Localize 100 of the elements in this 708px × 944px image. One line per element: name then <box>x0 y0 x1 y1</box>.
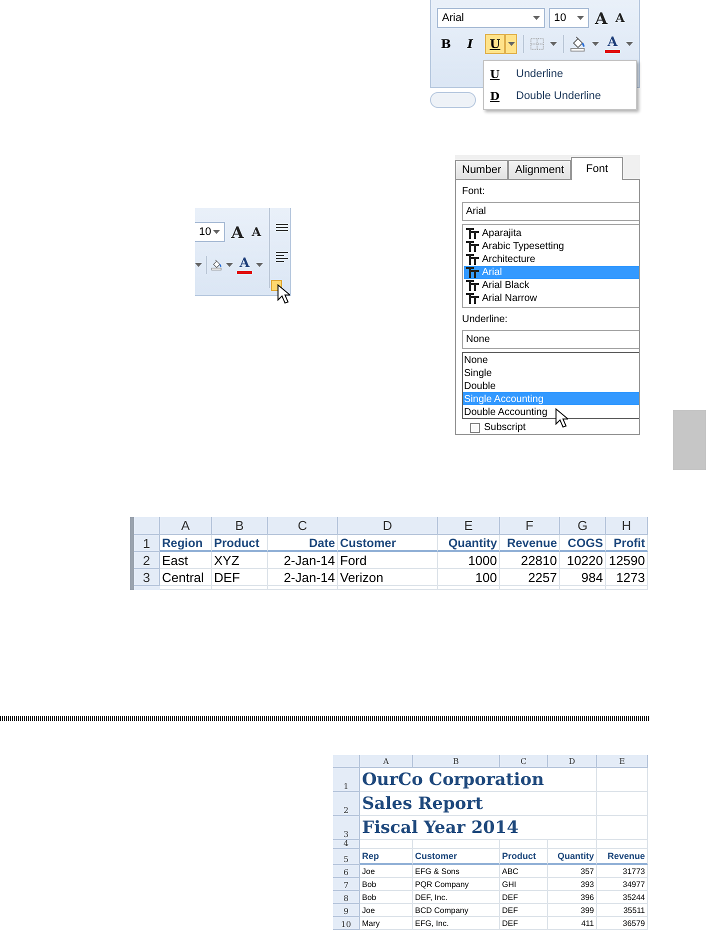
column-header[interactable]: F <box>500 517 560 535</box>
title-cell: Sales Report <box>360 792 548 816</box>
subscript-checkbox[interactable] <box>470 422 480 432</box>
table-cell: Joe <box>360 865 413 878</box>
column-header[interactable]: E <box>597 755 648 768</box>
table-cell: 357 <box>548 865 597 878</box>
column-header[interactable]: G <box>560 517 606 535</box>
column-heading: Region <box>160 535 212 552</box>
row-header[interactable]: 1 <box>134 535 160 552</box>
table-cell: PQR Company <box>413 878 500 891</box>
row-header[interactable]: 6 <box>333 865 360 878</box>
column-header[interactable]: D <box>338 517 438 535</box>
align-left-icon[interactable] <box>276 252 288 262</box>
borders-icon[interactable] <box>530 37 544 51</box>
dialog-tab[interactable]: Font <box>571 157 624 180</box>
column-header[interactable]: C <box>268 517 338 535</box>
font-field[interactable]: Arial <box>462 202 639 221</box>
column-header[interactable]: H <box>606 517 648 535</box>
font-list-item[interactable]: Arial Black <box>464 279 639 292</box>
table-cell: GHI <box>500 878 548 891</box>
empty-cell <box>597 792 648 816</box>
row-header[interactable]: 8 <box>333 891 360 904</box>
column-heading: Quantity <box>548 849 597 865</box>
italic-button[interactable]: I <box>461 34 479 54</box>
title-cell: Fiscal Year 2014 <box>360 816 548 840</box>
empty-cell <box>597 768 648 792</box>
row-header[interactable]: 3 <box>134 569 160 586</box>
table-cell: EFG & Sons <box>413 865 500 878</box>
table-cell: 984 <box>560 569 606 586</box>
font-name-field[interactable]: Arial <box>437 8 545 28</box>
caret-icon <box>508 42 514 46</box>
table-cell: Central <box>160 569 212 586</box>
table-cell: 396 <box>548 891 597 904</box>
empty-cell <box>548 792 597 816</box>
table-cell: EFG, Inc. <box>413 917 500 930</box>
column-header[interactable]: B <box>212 517 268 535</box>
table-cell: 2257 <box>500 569 560 586</box>
empty-cell <box>500 840 548 849</box>
empty-cell <box>548 840 597 849</box>
table-cell: 2-Jan-14 <box>268 569 338 586</box>
shrink-font-button[interactable]: A <box>613 11 627 25</box>
font-size-field[interactable]: 10 <box>195 222 226 242</box>
row-header[interactable]: 9 <box>333 904 360 917</box>
table-cell: 34977 <box>597 878 648 891</box>
column-header[interactable]: A <box>360 755 413 768</box>
column-heading: Revenue <box>500 535 560 552</box>
paint-bucket-icon <box>570 36 586 52</box>
font-list-item[interactable]: Aparajita <box>464 227 639 240</box>
menu-item[interactable]: D Double Underline <box>484 85 636 107</box>
empty-cell <box>597 840 648 849</box>
column-heading: Product <box>500 849 548 865</box>
font-size-field[interactable]: 10 <box>549 8 589 28</box>
font-list-item[interactable]: Arial Narrow <box>464 292 639 305</box>
table-cell: Bob <box>360 891 413 904</box>
table-cell: DEF, Inc. <box>413 891 500 904</box>
row-header[interactable]: 10 <box>333 917 360 930</box>
bold-button[interactable]: B <box>437 34 455 54</box>
dialog-tab[interactable]: Alignment <box>508 160 572 179</box>
column-header[interactable]: C <box>500 755 548 768</box>
table-cell: 10220 <box>560 552 606 569</box>
caret-icon <box>550 42 558 46</box>
truetype-icon <box>466 267 479 278</box>
row-header[interactable]: 4 <box>333 840 360 849</box>
font-color-button[interactable]: A <box>605 36 620 52</box>
table-cell: 12590 <box>606 552 648 569</box>
menu-item[interactable]: U Underline <box>484 63 636 85</box>
empty-cell <box>548 768 597 792</box>
column-header[interactable]: B <box>413 755 500 768</box>
column-header[interactable]: D <box>548 755 597 768</box>
column-heading: Quantity <box>438 535 500 552</box>
font-list-item[interactable]: Architecture <box>464 253 639 266</box>
table-cell: 100 <box>438 569 500 586</box>
shrink-font-button[interactable]: A <box>250 225 263 239</box>
table-cell: 31773 <box>597 865 648 878</box>
row-header[interactable]: 2 <box>333 792 360 816</box>
underline-field[interactable]: None <box>462 330 639 349</box>
caret-icon <box>592 42 599 46</box>
table-cell: DEF <box>500 904 548 917</box>
table-cell: 2-Jan-14 <box>268 552 338 569</box>
underline-dropdown[interactable] <box>505 34 517 54</box>
table-cell: Verizon <box>338 569 438 586</box>
column-header[interactable]: A <box>160 517 212 535</box>
subscript-label: Subscript <box>484 422 526 433</box>
underline-button[interactable]: U <box>485 34 505 54</box>
truetype-icon <box>466 241 479 252</box>
align-top-icon[interactable] <box>276 224 288 232</box>
row-header[interactable]: 3 <box>333 816 360 840</box>
grow-font-button[interactable]: A <box>593 8 610 28</box>
font-color-button[interactable]: A <box>237 256 252 274</box>
row-header[interactable]: 5 <box>333 849 360 865</box>
row-header[interactable]: 2 <box>134 552 160 569</box>
dialog-tab[interactable]: Number <box>455 160 508 179</box>
column-header[interactable]: E <box>438 517 500 535</box>
font-list-item[interactable]: Arabic Typesetting <box>464 240 639 253</box>
table-cell: XYZ <box>212 552 268 569</box>
grow-font-button[interactable]: A <box>229 222 246 242</box>
row-header[interactable]: 1 <box>333 768 360 792</box>
paint-bucket-icon <box>210 257 222 273</box>
table-cell: BCD Company <box>413 904 500 917</box>
row-header[interactable]: 7 <box>333 878 360 891</box>
